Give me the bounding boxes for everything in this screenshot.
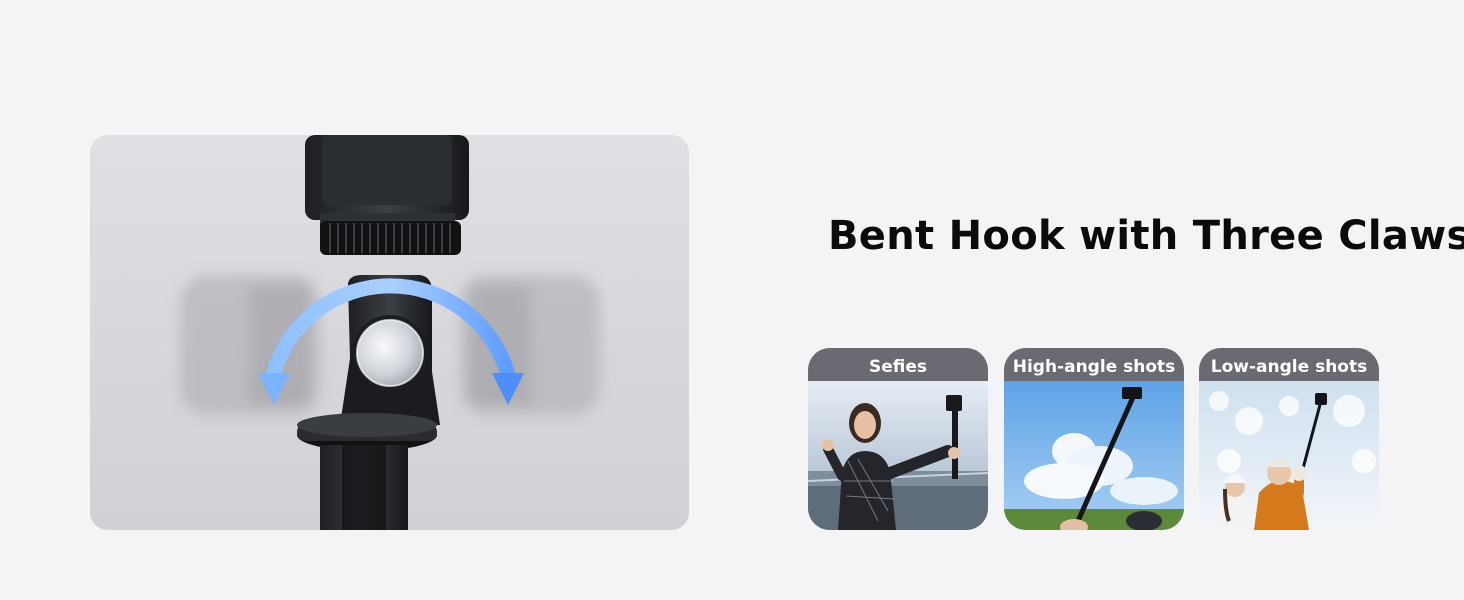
product-image (90, 135, 689, 530)
woman-selfie-city-photo (808, 381, 988, 530)
headline: Bent Hook with Three Claws (828, 213, 1464, 259)
card-low-angle: Low-angle shots (1199, 348, 1379, 530)
extended-stick-sky-photo (1004, 381, 1184, 530)
card-high-angle: High-angle shots (1004, 348, 1184, 530)
card-selfies: Sefies (808, 348, 988, 530)
couple-winter-selfie-photo (1199, 381, 1379, 530)
card-label: Low-angle shots (1199, 348, 1379, 381)
card-label: High-angle shots (1004, 348, 1184, 381)
card-label: Sefies (808, 348, 988, 381)
